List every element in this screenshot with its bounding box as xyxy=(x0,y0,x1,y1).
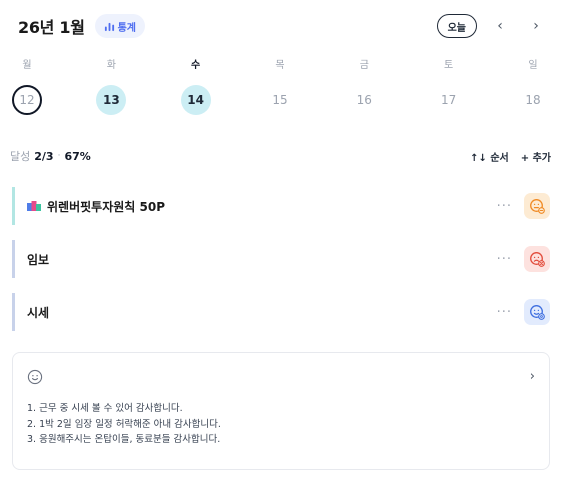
weekday-label: 월 xyxy=(22,60,32,71)
week-strip: 월 화 수 목 금 토 일 12 13 14 15 16 17 18 xyxy=(10,56,550,115)
stats-button[interactable]: 통계 xyxy=(94,14,146,38)
status-button[interactable] xyxy=(524,299,550,325)
today-button[interactable]: 오늘 xyxy=(436,14,477,38)
status-button[interactable] xyxy=(524,193,550,219)
weekday-label: 일 xyxy=(528,60,538,71)
achievement-label: 달성 xyxy=(10,150,31,163)
task-item[interactable]: 임보 ··· xyxy=(12,240,550,278)
date-cell[interactable]: 13 xyxy=(96,85,127,115)
gratitude-list: 1. 근무 중 시세 볼 수 있어 감사합니다. 2. 1박 2일 임장 일정 … xyxy=(27,401,221,448)
task-title: 시세 xyxy=(27,305,50,320)
task-list: 위렌버핏투자원칙 50P ··· 임보 ··· 시세 ··· xyxy=(12,187,550,346)
gratitude-line: 1. 근무 중 시세 볼 수 있어 감사합니다. xyxy=(27,403,183,414)
face-failed-icon xyxy=(530,252,545,267)
weekday-label: 토 xyxy=(444,60,454,71)
weekday-label: 화 xyxy=(106,60,116,71)
smile-icon xyxy=(27,369,43,385)
book-icon xyxy=(27,201,41,211)
date-cell[interactable]: 17 xyxy=(434,85,464,115)
calendar-header: 26년 1월 통계 오늘 ‹ › xyxy=(18,14,549,38)
more-options-button[interactable]: ··· xyxy=(497,305,512,320)
face-pending-icon xyxy=(530,199,545,214)
more-options-button[interactable]: ··· xyxy=(497,252,512,267)
achievement-count: 2/3 xyxy=(34,149,54,163)
date-cell-today[interactable]: 12 xyxy=(12,85,42,115)
achievement-percent: 67% xyxy=(64,149,91,163)
task-item[interactable]: 시세 ··· xyxy=(12,293,550,331)
gratitude-line: 3. 응원해주시는 온탑이들, 동료분들 감사합니다. xyxy=(27,434,221,445)
next-week-button[interactable]: › xyxy=(523,14,549,38)
prev-week-button[interactable]: ‹ xyxy=(487,14,513,38)
chevron-left-icon: ‹ xyxy=(497,18,503,34)
bar-chart-icon xyxy=(104,22,114,31)
weekday-label: 금 xyxy=(359,60,369,71)
achievement-summary: 달성 2/3 · 67% ↑↓ 순서 + 추가 xyxy=(10,148,551,164)
chevron-right-icon[interactable]: › xyxy=(530,369,535,384)
date-cell[interactable]: 18 xyxy=(518,85,548,115)
month-title: 26년 1월 xyxy=(18,18,85,37)
face-neutral-icon xyxy=(530,305,545,320)
task-title: 임보 xyxy=(27,252,50,267)
add-task-button[interactable]: + 추가 xyxy=(521,149,551,164)
task-title: 위렌버핏투자원칙 50P xyxy=(47,199,165,214)
weekday-row: 월 화 수 목 금 토 일 xyxy=(10,56,550,71)
weekday-label: 목 xyxy=(275,60,285,71)
gratitude-card[interactable]: › 1. 근무 중 시세 볼 수 있어 감사합니다. 2. 1박 2일 임장 일… xyxy=(12,352,550,470)
more-options-button[interactable]: ··· xyxy=(497,199,512,214)
date-row: 12 13 14 15 16 17 18 xyxy=(10,85,550,115)
weekday-label: 수 xyxy=(191,60,201,71)
date-cell[interactable]: 15 xyxy=(265,85,295,115)
gratitude-line: 2. 1박 2일 임장 일정 허락해준 아내 감사합니다. xyxy=(27,418,221,430)
status-button[interactable] xyxy=(524,246,550,272)
separator: · xyxy=(57,151,61,161)
date-cell[interactable]: 14 xyxy=(180,85,211,115)
date-cell[interactable]: 16 xyxy=(349,85,379,115)
reorder-button[interactable]: ↑↓ 순서 xyxy=(470,149,509,164)
stats-label: 통계 xyxy=(117,22,137,34)
chevron-right-icon: › xyxy=(533,18,539,34)
task-item[interactable]: 위렌버핏투자원칙 50P ··· xyxy=(12,187,550,225)
